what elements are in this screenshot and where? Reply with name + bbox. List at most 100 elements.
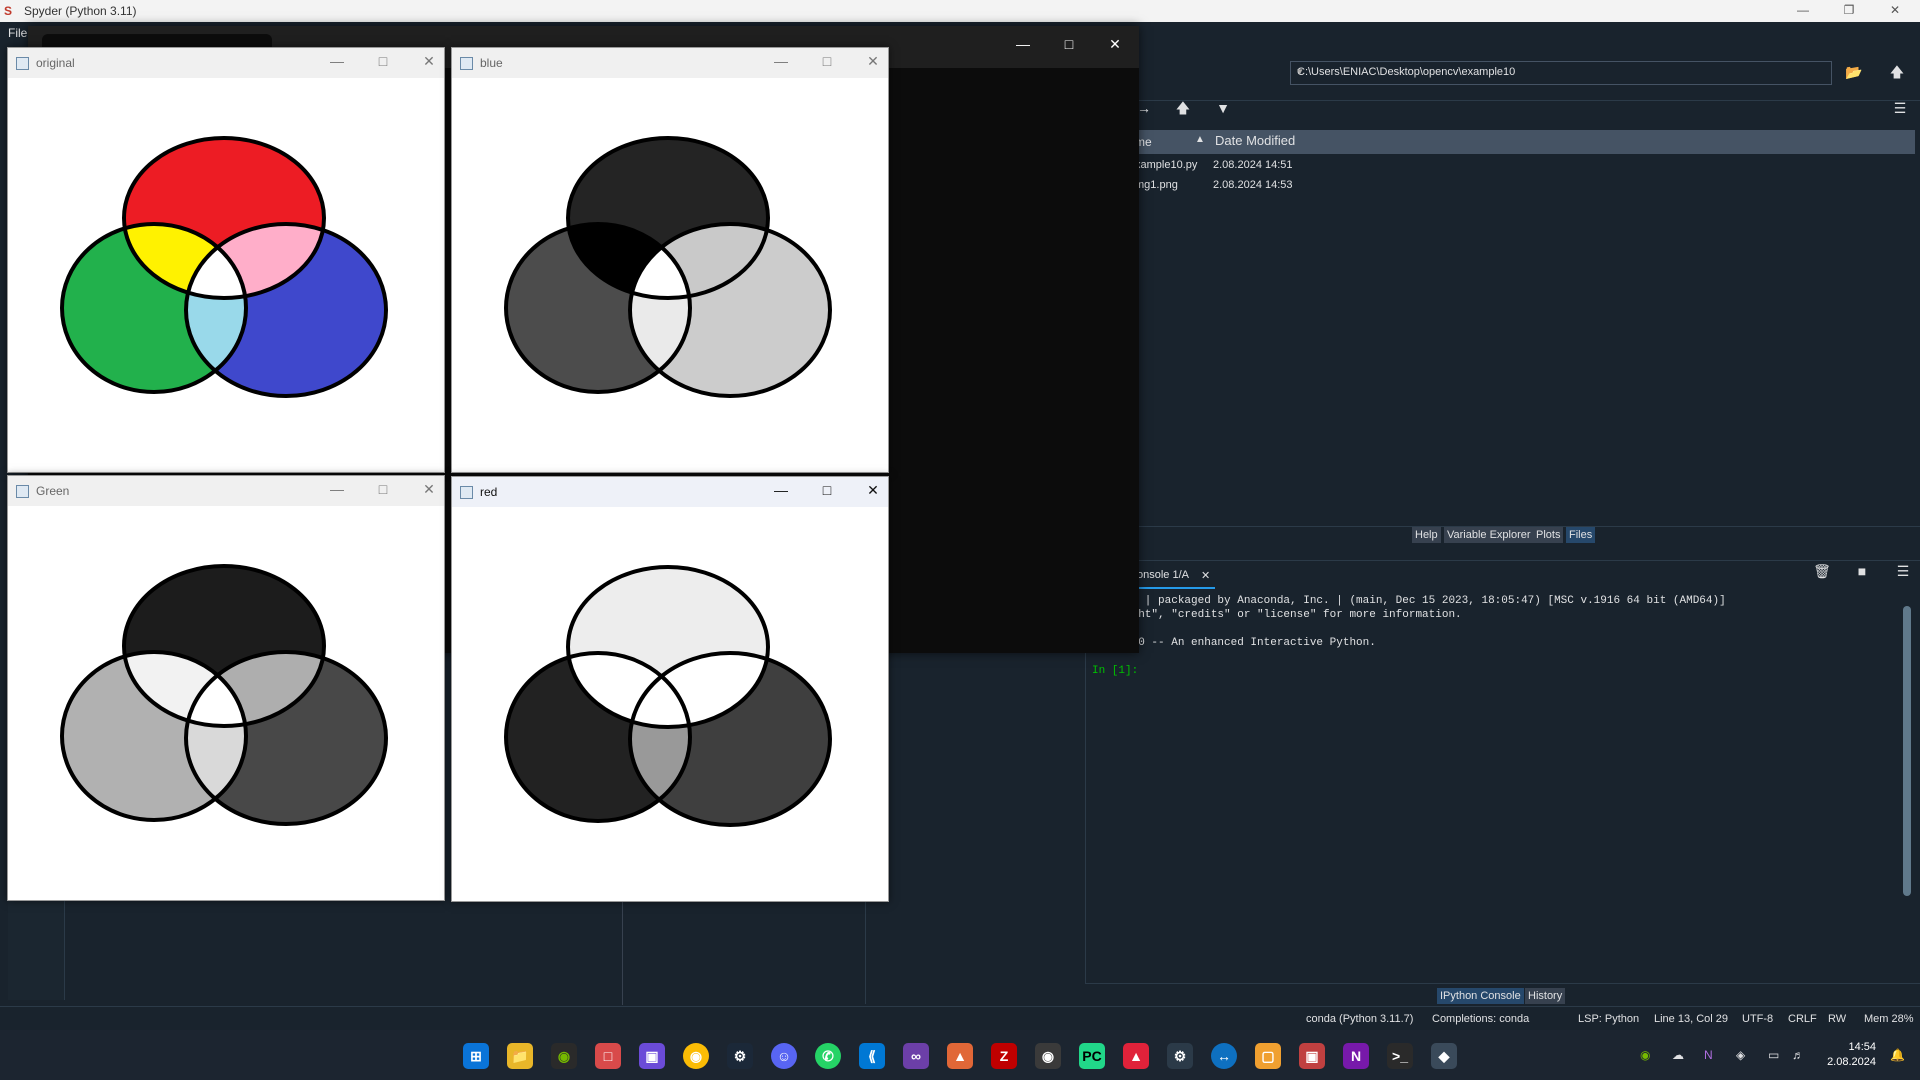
- chevron-down-icon[interactable]: ▾: [1297, 65, 1827, 78]
- parent-dir-icon[interactable]: 🡅: [1886, 61, 1908, 83]
- console-prompt: In [1]:: [1092, 665, 1139, 677]
- console-tab-label: onsole 1/A: [1137, 569, 1189, 581]
- console-scrollbar[interactable]: [1902, 596, 1912, 976]
- nvidia-icon[interactable]: ◉: [551, 1043, 577, 1069]
- app-icon[interactable]: ▣: [1299, 1043, 1325, 1069]
- window-title: original: [36, 56, 75, 70]
- image-window-red[interactable]: red — □ ✕: [451, 476, 889, 902]
- steam-icon[interactable]: ⚙: [727, 1043, 753, 1069]
- scroll-thumb[interactable]: [1903, 606, 1911, 896]
- python-icon[interactable]: ◆: [1431, 1043, 1457, 1069]
- minimize-button[interactable]: —: [322, 481, 352, 497]
- menu-file[interactable]: File: [8, 26, 27, 40]
- clock-date: 2.08.2024: [1827, 1056, 1876, 1068]
- maximize-button[interactable]: □: [812, 53, 842, 69]
- nvidia-tray-icon[interactable]: ◉: [1640, 1048, 1650, 1062]
- maximize-button[interactable]: □: [812, 482, 842, 498]
- teamviewer-icon[interactable]: ↔: [1211, 1043, 1237, 1069]
- image-window-green[interactable]: Green — □ ✕: [7, 475, 445, 901]
- filter-icon[interactable]: ▼: [1212, 97, 1234, 119]
- console-output[interactable]: 3.11.7 | packaged by Anaconda, Inc. | (m…: [1092, 594, 1726, 678]
- tab-history[interactable]: History: [1525, 988, 1566, 1004]
- statusbar: conda (Python 3.11.7) Completions: conda…: [0, 1006, 1920, 1031]
- terminal-icon[interactable]: >_: [1387, 1043, 1413, 1069]
- file-row[interactable]: xample10.py 2.08.2024 14:51: [1135, 157, 1635, 175]
- filezilla-icon[interactable]: Z: [991, 1043, 1017, 1069]
- console-menu-icon[interactable]: ☰: [1892, 560, 1914, 582]
- close-button[interactable]: ✕: [858, 53, 888, 70]
- stop-icon[interactable]: ■: [1851, 560, 1873, 582]
- close-button[interactable]: ✕: [1872, 0, 1918, 22]
- status-env[interactable]: conda (Python 3.11.7): [1306, 1013, 1413, 1025]
- whatsapp-icon[interactable]: ✆: [815, 1043, 841, 1069]
- hamburger-menu-icon[interactable]: ☰: [1889, 97, 1911, 119]
- up-arrow-icon[interactable]: 🡅: [1172, 97, 1194, 119]
- window-title: red: [480, 485, 498, 499]
- header-date-modified[interactable]: Date Modified: [1215, 133, 1295, 148]
- tab-files[interactable]: Files: [1566, 527, 1596, 543]
- discord-icon[interactable]: ☺: [771, 1043, 797, 1069]
- chrome-icon[interactable]: ◉: [683, 1043, 709, 1069]
- app-icon[interactable]: ◉: [1035, 1043, 1061, 1069]
- window-titlebar: red — □ ✕: [452, 477, 888, 507]
- window-icon: [460, 57, 473, 70]
- app-icon[interactable]: ▢: [1255, 1043, 1281, 1069]
- visual-studio-icon[interactable]: ∞: [903, 1043, 929, 1069]
- window-titlebar: Green — □ ✕: [8, 476, 444, 506]
- console-line: copyright", "credits" or "license" for m…: [1092, 609, 1462, 621]
- app-icon[interactable]: ▣: [639, 1043, 665, 1069]
- sort-up-icon: ▲: [1195, 134, 1205, 145]
- volume-icon[interactable]: ♬: [1792, 1048, 1804, 1062]
- matlab-icon[interactable]: ▲: [947, 1043, 973, 1069]
- display-icon[interactable]: ▭: [1768, 1048, 1779, 1062]
- window-title: blue: [480, 56, 503, 70]
- maximize-button[interactable]: □: [368, 481, 398, 497]
- file-explorer-icon[interactable]: 📁: [507, 1043, 533, 1069]
- venn-image: [60, 136, 388, 398]
- minimize-button[interactable]: —: [322, 53, 352, 69]
- clock[interactable]: 14:54 2.08.2024: [1827, 1040, 1876, 1070]
- maximize-button[interactable]: □: [1049, 36, 1089, 52]
- tab-variable-explorer[interactable]: Variable Explorer: [1444, 527, 1534, 543]
- close-button[interactable]: ✕: [1095, 36, 1135, 53]
- app-icon[interactable]: ▲: [1123, 1043, 1149, 1069]
- minimize-button[interactable]: —: [766, 482, 796, 498]
- onenote-icon[interactable]: N: [1343, 1043, 1369, 1069]
- console-tab[interactable]: onsole 1/A ✕: [1135, 565, 1215, 589]
- minimize-button[interactable]: —: [766, 53, 796, 69]
- status-mem: Mem 28%: [1864, 1013, 1914, 1025]
- onenote-tray-icon[interactable]: N: [1704, 1048, 1713, 1062]
- app-icon[interactable]: □: [595, 1043, 621, 1069]
- pycharm-icon[interactable]: PC: [1079, 1043, 1105, 1069]
- window-titlebar: blue — □ ✕: [452, 48, 888, 78]
- file-row[interactable]: mg1.png 2.08.2024 14:53: [1135, 177, 1635, 195]
- console-line: 3.11.7 | packaged by Anaconda, Inc. | (m…: [1092, 595, 1726, 607]
- path-combobox[interactable]: C:\Users\ENIAC\Desktop\opencv\example10 …: [1290, 61, 1832, 85]
- app-icon[interactable]: ⚙: [1167, 1043, 1193, 1069]
- close-button[interactable]: ✕: [858, 482, 888, 499]
- tab-plots[interactable]: Plots: [1533, 527, 1564, 543]
- minimize-button[interactable]: —: [1780, 0, 1826, 22]
- notification-bell-icon[interactable]: 🔔: [1890, 1048, 1905, 1062]
- close-tab-icon[interactable]: ✕: [1201, 569, 1210, 582]
- app-titlebar: S Spyder (Python 3.11) — ❐ ✕: [0, 0, 1920, 22]
- close-button[interactable]: ✕: [414, 53, 444, 70]
- folder-open-icon[interactable]: 📂: [1843, 61, 1865, 83]
- venn-image: [504, 136, 832, 398]
- image-window-blue[interactable]: blue — □ ✕: [451, 47, 889, 473]
- vscode-icon[interactable]: ⟪: [859, 1043, 885, 1069]
- image-window-original[interactable]: original — □ ✕: [7, 47, 445, 473]
- close-button[interactable]: ✕: [414, 481, 444, 498]
- restore-button[interactable]: ❐: [1826, 0, 1872, 22]
- tab-ipython-console[interactable]: IPython Console: [1437, 988, 1524, 1004]
- app-tray-icon[interactable]: ◈: [1736, 1048, 1745, 1062]
- status-completions[interactable]: Completions: conda: [1432, 1013, 1529, 1025]
- windows-start-icon[interactable]: ⊞: [463, 1043, 489, 1069]
- status-rw: RW: [1828, 1013, 1847, 1025]
- status-lsp[interactable]: LSP: Python: [1578, 1013, 1639, 1025]
- minimize-button[interactable]: —: [1003, 36, 1043, 52]
- tab-help[interactable]: Help: [1412, 527, 1441, 543]
- maximize-button[interactable]: □: [368, 53, 398, 69]
- onedrive-icon[interactable]: ☁: [1672, 1048, 1684, 1062]
- trash-icon[interactable]: 🗑: [1811, 560, 1833, 582]
